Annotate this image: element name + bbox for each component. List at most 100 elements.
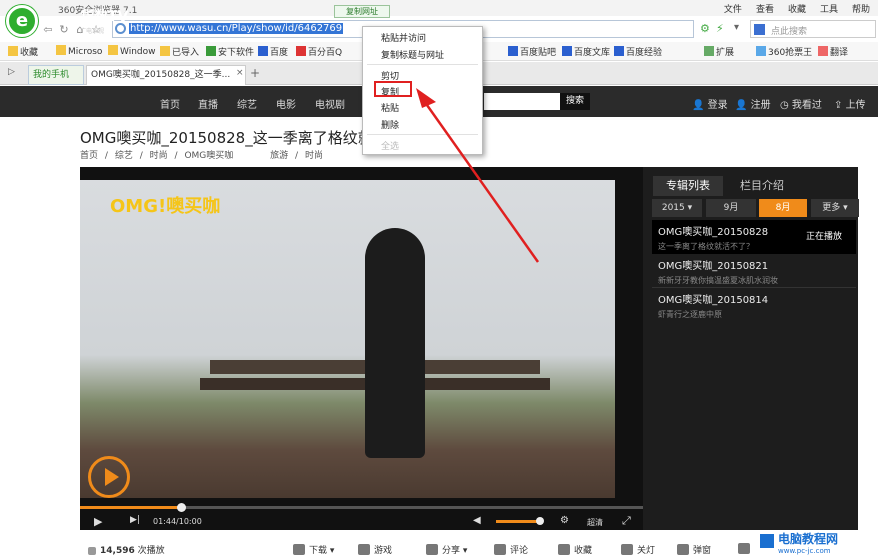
browser-logo-icon[interactable]: e <box>6 5 38 37</box>
crumb-variety[interactable]: 综艺 <box>115 151 133 161</box>
danmaku-icon[interactable] <box>738 543 754 555</box>
big-play-icon[interactable] <box>88 456 130 498</box>
search-engine-icon[interactable] <box>754 24 765 35</box>
year-select[interactable]: 2015 ▾ <box>652 199 702 217</box>
tab-my-phone[interactable]: 我的手机 <box>28 65 84 85</box>
download-button[interactable]: 下载 ▾ <box>293 543 334 556</box>
month-august[interactable]: 8月 <box>759 199 807 217</box>
login-link[interactable]: 👤 登录 <box>692 96 728 111</box>
speed-icon[interactable]: ⚙ <box>700 22 710 35</box>
month-september[interactable]: 9月 <box>706 199 756 217</box>
sidebar-toggle-icon[interactable]: ▷ <box>8 67 15 77</box>
menu-paste-and-go[interactable]: 粘贴并访问 <box>381 31 426 44</box>
volume-icon[interactable]: ◀ <box>473 515 481 526</box>
site-nav-tv[interactable]: 电视剧 <box>315 96 345 111</box>
bookmark-folder[interactable]: Window <box>108 45 156 57</box>
menu-delete[interactable]: 删除 <box>381 118 399 131</box>
bookmark-folder[interactable]: Microso <box>56 45 102 57</box>
bookmark-favorites[interactable]: 收藏 <box>8 45 38 58</box>
episode-item[interactable]: OMG噢买咖_20150814 虾青行之逐鹿中原 <box>652 290 856 320</box>
bookmark-item[interactable]: 百度贴吧 <box>508 45 556 58</box>
quality-selector[interactable]: 超清 <box>587 517 603 528</box>
baidu-icon <box>258 46 268 56</box>
extensions-menu[interactable]: 扩展 <box>704 45 734 58</box>
back-arrow-icon[interactable]: ⇦ <box>40 22 56 38</box>
menu-favorites[interactable]: 收藏 <box>788 2 806 15</box>
site-nav-movies[interactable]: 电影 <box>276 96 296 111</box>
crumb-fashion-tag[interactable]: 时尚 <box>305 151 323 161</box>
site-nav-home[interactable]: 首页 <box>160 96 180 111</box>
site-search-button[interactable]: 搜索 <box>560 93 590 110</box>
annotation-arrow-icon <box>416 88 540 263</box>
menu-copy-title-url[interactable]: 复制标题与网址 <box>381 48 444 61</box>
translate-button[interactable]: 翻译 <box>818 45 848 58</box>
tab-current-video[interactable]: OMG噢买咖_20150828_这一季... <box>86 65 246 85</box>
new-tab-icon[interactable]: + <box>250 66 260 80</box>
bookmark-item[interactable]: 360抢票王 <box>756 45 812 58</box>
crumb-show[interactable]: OMG噢买咖 <box>184 151 233 161</box>
bookmark-item[interactable]: 百度经验 <box>614 45 662 58</box>
baidu-icon <box>614 46 624 56</box>
crumb-home[interactable]: 首页 <box>80 151 98 161</box>
menu-file[interactable]: 文件 <box>724 2 742 15</box>
bookmark-item[interactable]: 百分百Q <box>296 45 342 58</box>
volume-slider[interactable] <box>496 520 540 523</box>
bookmark-item[interactable]: 百度 <box>258 45 288 58</box>
more-dropdown[interactable]: 更多 ▾ <box>811 199 859 217</box>
site-logo[interactable]: 华数TV 广电系视 <box>80 6 128 35</box>
menu-paste[interactable]: 粘贴 <box>381 101 399 114</box>
volume-handle[interactable] <box>536 517 544 525</box>
register-label: 注册 <box>750 100 771 111</box>
episode-title: OMG噢买咖_20150821 <box>658 261 769 272</box>
crumb-fashion[interactable]: 时尚 <box>150 151 168 161</box>
menu-view[interactable]: 查看 <box>756 2 774 15</box>
progress-handle[interactable] <box>177 503 186 512</box>
play-icon[interactable]: ▶ <box>94 515 102 528</box>
bookmark-item[interactable]: 百度文库 <box>562 45 610 58</box>
tab-column-intro[interactable]: 栏目介绍 <box>727 176 797 196</box>
fullscreen-icon[interactable]: ⤢ <box>622 514 631 528</box>
episode-item[interactable]: OMG噢买咖_20150821 新新牙牙教你搞温盛夏冰肌水润妆 <box>652 256 856 288</box>
url-text[interactable]: http://www.wasu.cn/Play/show/id/6462769 <box>129 23 344 34</box>
bookmark-label: 百分百Q <box>308 48 343 58</box>
folder-icon <box>56 45 66 55</box>
refresh-icon[interactable]: ↻ <box>56 22 72 38</box>
site-nav-variety[interactable]: 综艺 <box>237 96 257 111</box>
folder-icon <box>160 46 170 56</box>
bulb-icon <box>621 544 633 555</box>
crumb-travel[interactable]: 旅游 <box>270 151 288 161</box>
menu-help[interactable]: 帮助 <box>852 2 870 15</box>
share-button[interactable]: 分享 ▾ <box>426 543 467 556</box>
bookmark-item[interactable]: 安下软件 <box>206 45 254 58</box>
settings-icon[interactable]: ⚙ <box>560 515 569 526</box>
episode-subtitle: 这一季离了格纹就活不了？ <box>658 242 754 251</box>
comment-button[interactable]: 评论 <box>494 543 528 556</box>
play-count-label: 次播放 <box>137 546 165 556</box>
lightning-icon[interactable]: ⚡ <box>716 22 724 35</box>
star-icon <box>8 46 18 56</box>
download-label: 下载 <box>309 546 328 556</box>
next-icon[interactable]: ▶| <box>130 515 140 525</box>
search-input[interactable]: 点此搜索 <box>750 20 876 38</box>
close-tab-icon[interactable]: × <box>236 68 244 78</box>
bookmark-label: 360抢票王 <box>768 48 813 58</box>
register-link[interactable]: 👤 注册 <box>735 96 771 111</box>
upload-link[interactable]: ⇪ 上传 <box>834 96 866 111</box>
lights-off-button[interactable]: 关灯 <box>621 543 655 556</box>
menu-tools[interactable]: 工具 <box>820 2 838 15</box>
menu-select-all[interactable]: 全选 <box>381 139 399 152</box>
play-count-icon <box>88 547 96 555</box>
watermark: 电脑教程网 www.pc-jc.com <box>778 530 838 555</box>
copy-url-tip[interactable]: 复制网址 <box>334 5 390 18</box>
tab-album-list[interactable]: 专辑列表 <box>653 176 723 196</box>
lights-off-label: 关灯 <box>637 546 656 556</box>
bookmark-folder[interactable]: 已导入 <box>160 45 199 58</box>
chevron-down-icon[interactable]: ▾ <box>734 22 739 33</box>
site-nav-live[interactable]: 直播 <box>198 96 218 111</box>
popup-button[interactable]: 弹窗 <box>677 543 711 556</box>
favorite-button[interactable]: 收藏 <box>558 543 592 556</box>
bookmark-label: 百度 <box>270 48 289 58</box>
history-link[interactable]: ◷ 我看过 <box>780 96 822 111</box>
games-button[interactable]: 游戏 <box>358 543 392 556</box>
video-action-bar: 14,596 次播放 下载 ▾ 游戏 分享 ▾ 评论 收藏 关灯 弹窗 <box>80 540 878 559</box>
